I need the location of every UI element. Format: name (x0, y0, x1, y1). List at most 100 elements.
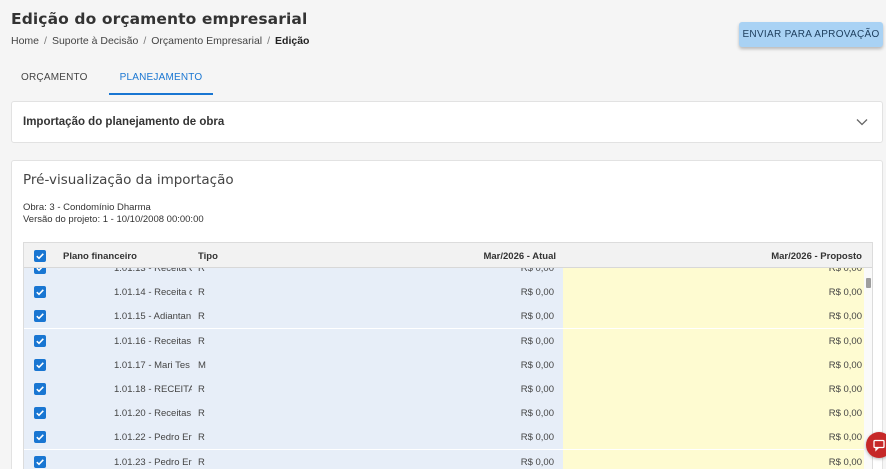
grid-header: Plano financeiro Tipo Mar/2026 - Atual M… (24, 243, 872, 268)
cell-tipo: R (198, 456, 205, 468)
scrollbar-thumb[interactable] (866, 278, 871, 288)
breadcrumb-separator: / (44, 35, 47, 47)
cell-proposto[interactable]: R$ 0,00 (829, 432, 862, 443)
row-checkbox[interactable] (34, 407, 46, 420)
row-checkbox[interactable] (34, 383, 46, 395)
cell-atual: R$ 0,00 (520, 408, 554, 420)
cell-plano: 1.01.22 - Pedro Er (114, 432, 192, 444)
cell-atual: R$ 0,00 (520, 432, 554, 444)
breadcrumb-current: Edição (275, 35, 310, 47)
cell-proposto[interactable]: R$ 0,00 (829, 336, 862, 347)
versao-info: Versão do projeto: 1 - 10/10/2008 00:00:… (23, 214, 204, 225)
cell-atual: R$ 0,00 (520, 359, 554, 371)
cell-plano: 1.01.18 - RECEITA (114, 384, 192, 395)
cell-proposto[interactable]: R$ 0,00 (829, 311, 862, 322)
cell-plano: 1.01.14 - Receita c (114, 287, 192, 299)
row-checkbox[interactable] (34, 286, 46, 299)
chevron-down-icon[interactable] (855, 115, 869, 129)
proposed-cell-background[interactable] (563, 304, 866, 329)
import-section-panel[interactable]: Importação do planejamento de obra (11, 101, 883, 143)
cell-plano: 1.01.20 - Receitas (114, 408, 192, 420)
preview-grid: Plano financeiro Tipo Mar/2026 - Atual M… (23, 242, 873, 469)
cell-tipo: R (198, 268, 205, 274)
row-checkbox[interactable] (34, 431, 46, 444)
checkbox-checked-icon (36, 268, 43, 272)
table-row[interactable]: 1.01.16 - Receitas R R$ 0,00 R$ 0,00 (24, 328, 872, 353)
cell-tipo: R (198, 287, 205, 299)
row-background (24, 352, 563, 377)
table-row[interactable]: 1.01.18 - RECEITA R R$ 0,00 R$ 0,00 (24, 377, 872, 401)
preview-title: Pré-visualização da importação (23, 172, 234, 188)
row-checkbox[interactable] (34, 268, 46, 274)
cell-atual: R$ 0,00 (520, 335, 554, 347)
cell-atual: R$ 0,00 (520, 384, 554, 395)
proposed-cell-background[interactable] (563, 328, 866, 353)
cell-plano: 1.01.23 - Pedro Er (114, 456, 192, 468)
column-header-atual[interactable]: Mar/2026 - Atual (483, 251, 556, 262)
cell-tipo: R (198, 335, 205, 347)
checkbox-checked-icon (36, 289, 44, 296)
tab-orcamento[interactable]: ORÇAMENTO (11, 63, 98, 95)
checkbox-checked-icon (36, 434, 44, 441)
proposed-cell-background[interactable] (563, 401, 866, 426)
cell-plano: 1.01.15 - Adiantan (114, 311, 192, 323)
chat-button[interactable] (866, 432, 886, 458)
tab-planejamento[interactable]: PLANEJAMENTO (108, 63, 214, 95)
cell-proposto[interactable]: R$ 0,00 (829, 408, 862, 419)
preview-panel: Pré-visualização da importação Obra: 3 -… (11, 160, 883, 469)
proposed-cell-background[interactable] (563, 425, 866, 450)
breadcrumb-separator: / (267, 35, 271, 47)
table-row[interactable]: 1.01.20 - Receitas R R$ 0,00 R$ 0,00 (24, 401, 872, 426)
row-background (24, 328, 563, 353)
breadcrumb: Home / Suporte à Decisão / Orçamento Empresa… (11, 35, 309, 47)
checkbox-checked-icon (36, 313, 44, 320)
table-row[interactable]: 1.01.23 - Pedro Er R R$ 0,00 R$ 0,00 (24, 449, 872, 469)
proposed-cell-background[interactable] (563, 377, 866, 401)
cell-tipo: R (198, 384, 205, 395)
checkbox-checked-icon (36, 337, 44, 345)
cell-plano: 1.01.16 - Receitas (114, 335, 192, 347)
table-row[interactable]: 1.01.22 - Pedro Er R R$ 0,00 R$ 0,00 (24, 425, 872, 450)
cell-proposto[interactable]: R$ 0,00 (829, 268, 862, 274)
obra-info: Obra: 3 - Condomínio Dharma (23, 202, 151, 213)
row-checkbox[interactable] (34, 310, 46, 323)
checkbox-checked-icon (36, 362, 44, 369)
page-header: Edição do orçamento empresarial Home / Sup… (11, 10, 309, 47)
column-header-tipo[interactable]: Tipo (198, 251, 218, 262)
cell-proposto[interactable]: R$ 0,00 (829, 384, 862, 395)
proposed-cell-background[interactable] (563, 280, 866, 305)
row-checkbox[interactable] (34, 455, 46, 468)
cell-tipo: R (198, 311, 205, 323)
import-section-title: Importação do planejamento de obra (23, 116, 225, 128)
cell-tipo: M (198, 359, 206, 371)
page-title: Edição do orçamento empresarial (11, 10, 308, 28)
row-background (24, 377, 563, 401)
row-background (24, 268, 563, 280)
column-header-plano[interactable]: Plano financeiro (63, 251, 137, 262)
send-for-approval-button[interactable]: ENVIAR PARA APROVAÇÃO (739, 22, 883, 47)
table-row[interactable]: 1.01.17 - Mari Tes M R$ 0,00 R$ 0,00 (24, 352, 872, 377)
row-background (24, 401, 563, 426)
select-all-checkbox[interactable] (34, 250, 46, 262)
checkbox-checked-icon (36, 386, 44, 393)
row-checkbox[interactable] (34, 358, 46, 371)
checkbox-checked-icon (36, 410, 44, 417)
breadcrumb-orcamento[interactable]: Orçamento Empresarial (151, 35, 262, 47)
proposed-cell-background[interactable] (563, 352, 866, 377)
checkbox-checked-icon (36, 253, 44, 260)
row-background (24, 449, 563, 469)
table-row[interactable]: 1.01.14 - Receita c R R$ 0,00 R$ 0,00 (24, 280, 872, 305)
cell-proposto[interactable]: R$ 0,00 (829, 287, 862, 298)
cell-proposto[interactable]: R$ 0,00 (829, 360, 862, 371)
table-row[interactable]: 1.01.15 - Adiantan R R$ 0,00 R$ 0,00 (24, 304, 872, 329)
proposed-cell-background[interactable] (563, 268, 866, 280)
row-checkbox[interactable] (34, 334, 46, 347)
breadcrumb-suporte[interactable]: Suporte à Decisão (52, 35, 138, 47)
table-row[interactable]: 1.01.13 - Receita C R R$ 0,00 R$ 0,00 (24, 268, 872, 280)
column-header-proposto[interactable]: Mar/2026 - Proposto (771, 251, 862, 262)
cell-proposto[interactable]: R$ 0,00 (829, 457, 862, 468)
cell-plano: 1.01.17 - Mari Tes (114, 359, 190, 371)
cell-tipo: R (198, 408, 205, 420)
proposed-cell-background[interactable] (563, 449, 866, 469)
breadcrumb-home[interactable]: Home (11, 35, 39, 47)
